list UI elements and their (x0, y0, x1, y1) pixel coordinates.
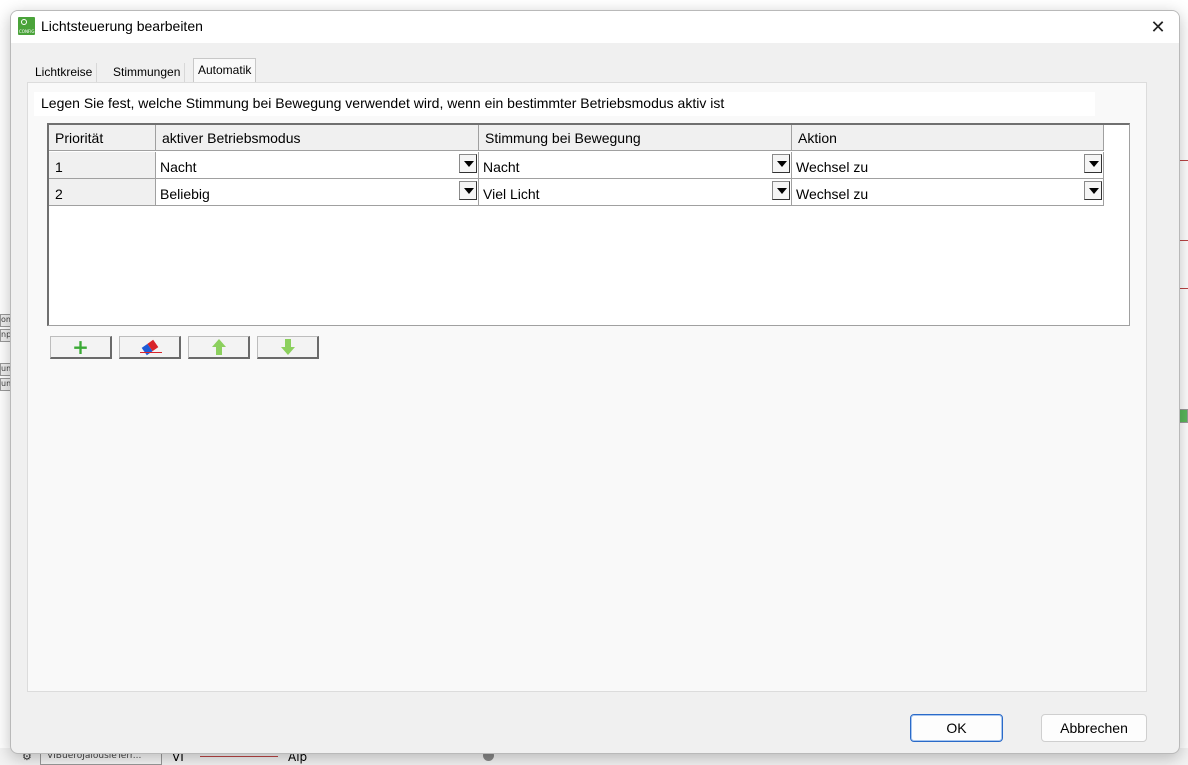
automation-table: Priorität aktiver Betriebsmodus Stimmung… (47, 123, 1130, 326)
action-select[interactable]: Wechsel zu (792, 179, 1104, 206)
tab-stimmungen-label: Stimmungen (113, 65, 181, 79)
chevron-down-icon[interactable] (459, 181, 477, 200)
dialog-title: Lichtsteuerung bearbeiten (41, 18, 203, 34)
arrow-down-icon (280, 339, 295, 355)
tab-lichtkreise-label: Lichtkreise (35, 65, 93, 79)
title-bar: CONFIG Lichtsteuerung bearbeiten ✕ (11, 11, 1179, 43)
plus-icon: + (72, 335, 89, 359)
background-wire (200, 756, 278, 757)
mood-value: Viel Licht (483, 186, 540, 202)
mode-select[interactable]: Beliebig (156, 179, 479, 206)
close-icon: ✕ (1150, 16, 1166, 38)
tab-automatik-label: Automatik (198, 63, 252, 77)
mood-select[interactable]: Nacht (479, 152, 792, 179)
close-button[interactable]: ✕ (1137, 11, 1179, 43)
action-value: Wechsel zu (796, 186, 869, 202)
priority-cell[interactable]: 1 (49, 152, 156, 179)
chevron-down-icon[interactable] (459, 154, 477, 173)
tab-lichtkreise[interactable]: Lichtkreise (31, 63, 98, 82)
chevron-down-icon[interactable] (1084, 154, 1102, 173)
mood-value: Nacht (483, 159, 520, 175)
edit-lighting-dialog: CONFIG Lichtsteuerung bearbeiten ✕ Licht… (10, 10, 1180, 754)
eraser-underline (140, 352, 162, 353)
panel-description: Legen Sie fest, welche Stimmung bei Bewe… (34, 92, 1095, 116)
app-icon-dot (21, 19, 27, 25)
arrow-up-stem (215, 347, 222, 355)
tab-automatik[interactable]: Automatik (193, 58, 257, 83)
arrow-up-head (211, 339, 226, 347)
move-up-button[interactable] (188, 336, 250, 359)
mood-select[interactable]: Viel Licht (479, 179, 792, 206)
app-icon: CONFIG (18, 17, 35, 35)
ok-button[interactable]: OK (910, 714, 1003, 742)
mode-select[interactable]: Nacht (156, 152, 479, 179)
column-header-mood[interactable]: Stimmung bei Bewegung (479, 125, 792, 151)
action-select[interactable]: Wechsel zu (792, 152, 1104, 179)
mode-value: Beliebig (160, 186, 210, 202)
column-header-action[interactable]: Aktion (792, 125, 1104, 151)
priority-cell[interactable]: 2 (49, 179, 156, 206)
automatik-panel: Legen Sie fest, welche Stimmung bei Bewe… (27, 82, 1147, 692)
column-header-priority[interactable]: Priorität (49, 125, 156, 151)
add-row-button[interactable]: + (50, 336, 112, 359)
arrow-up-icon (211, 339, 226, 355)
action-value: Wechsel zu (796, 159, 869, 175)
column-header-mode[interactable]: aktiver Betriebsmodus (156, 125, 479, 151)
cancel-button[interactable]: Abbrechen (1041, 714, 1147, 742)
chevron-down-icon[interactable] (772, 181, 790, 200)
mode-value: Nacht (160, 159, 197, 175)
app-icon-text: CONFIG (19, 29, 35, 34)
arrow-down-head (280, 347, 295, 355)
move-down-button[interactable] (257, 336, 319, 359)
delete-row-button[interactable] (119, 336, 181, 359)
arrow-down-stem (284, 339, 291, 347)
chevron-down-icon[interactable] (772, 154, 790, 173)
tab-stimmungen[interactable]: Stimmungen (109, 63, 186, 82)
chevron-down-icon[interactable] (1084, 181, 1102, 200)
